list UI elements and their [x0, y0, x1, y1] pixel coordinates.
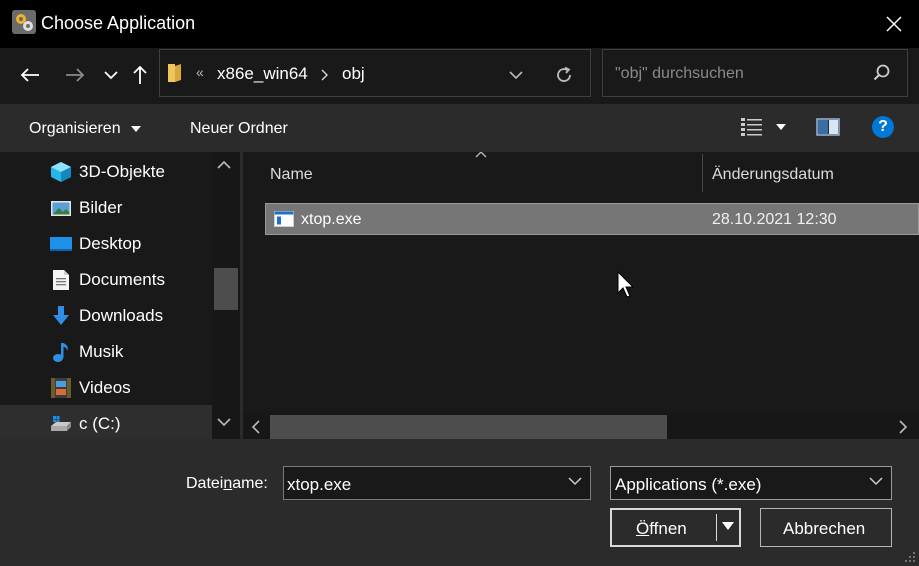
- help-icon[interactable]: ?: [872, 116, 894, 138]
- view-options-icon[interactable]: [740, 116, 764, 138]
- nav-item-bilder[interactable]: Bilder: [0, 189, 212, 225]
- cancel-button[interactable]: Abbrechen: [760, 508, 892, 547]
- breadcrumb-obj[interactable]: obj: [342, 64, 365, 84]
- scroll-right-icon[interactable]: [899, 420, 908, 434]
- downloads-icon: [53, 306, 69, 325]
- open-label-accel: Ö: [636, 519, 650, 538]
- nav-item-label: Musik: [79, 342, 124, 361]
- address-history-dropdown[interactable]: [502, 64, 530, 86]
- nav-item-label: c (C:): [79, 414, 121, 433]
- nav-item-downloads[interactable]: Downloads: [0, 297, 212, 333]
- scroll-up-icon[interactable]: [217, 160, 231, 169]
- chevron-down-icon[interactable]: [568, 477, 582, 486]
- file-date: 28.10.2021 12:30: [712, 211, 837, 228]
- filename-label-part: ame:: [232, 475, 268, 492]
- 3d-objects-icon: [51, 162, 71, 182]
- videos-icon: [51, 378, 71, 398]
- search-icon[interactable]: [873, 64, 891, 82]
- filetype-value: Applications (*.exe): [615, 475, 762, 494]
- title-bar: Choose Application: [0, 0, 919, 48]
- chevron-down-icon: [509, 70, 523, 79]
- preview-pane-icon[interactable]: [816, 117, 840, 137]
- scroll-left-icon[interactable]: [251, 420, 260, 434]
- filename-label-accel: n: [223, 475, 233, 492]
- nav-item-musik[interactable]: Musik: [0, 333, 212, 369]
- scroll-down-icon[interactable]: [217, 418, 231, 427]
- pictures-icon: [51, 201, 71, 216]
- nav-item-3d-objekte[interactable]: 3D-Objekte: [0, 153, 212, 189]
- column-header-name[interactable]: Name: [270, 166, 313, 208]
- search-placeholder: "obj" durchsuchen: [615, 65, 744, 82]
- breadcrumb-x86e-win64[interactable]: x86e_win64: [217, 64, 308, 84]
- filename-label: Dateiname:: [186, 475, 268, 493]
- dropdown-triangle-icon: [131, 125, 142, 132]
- open-button[interactable]: Öffnen: [610, 508, 741, 547]
- sort-ascending-icon: [475, 152, 487, 158]
- new-folder-button[interactable]: Neuer Ordner: [190, 120, 288, 138]
- mouse-cursor-icon: [617, 271, 635, 298]
- drive-icon: [51, 416, 71, 431]
- toolbar: Organisieren Neuer Ordner ?: [0, 104, 919, 152]
- music-icon: [53, 343, 68, 362]
- nav-item-videos[interactable]: Videos: [0, 369, 212, 405]
- column-separator[interactable]: [702, 154, 703, 192]
- organize-button[interactable]: Organisieren: [29, 120, 142, 138]
- recent-locations-button[interactable]: [96, 60, 126, 90]
- open-label-part: ffnen: [649, 519, 687, 538]
- nav-item-desktop[interactable]: Desktop: [0, 225, 212, 261]
- open-options-dropdown-icon[interactable]: [722, 522, 734, 530]
- folder-icon: [168, 64, 181, 82]
- nav-item-label: Videos: [79, 378, 131, 397]
- navigation-pane: 3D-Objekte Bilder Desktop Documents Down…: [0, 152, 240, 439]
- refresh-button[interactable]: [550, 61, 578, 89]
- close-button[interactable]: [868, 0, 919, 48]
- up-arrow-icon: [133, 65, 147, 84]
- dialog-footer: Dateiname: xtop.exe Applications (*.exe)…: [0, 439, 919, 566]
- open-label: Öffnen: [636, 519, 687, 539]
- exe-file-icon: [274, 211, 294, 227]
- filetype-select[interactable]: Applications (*.exe): [610, 466, 892, 500]
- view-dropdown-icon[interactable]: [776, 124, 786, 130]
- file-list-hscrollbar[interactable]: [243, 413, 919, 439]
- nav-item-label: Documents: [79, 270, 165, 289]
- up-button[interactable]: [125, 60, 155, 90]
- nav-item-label: Downloads: [79, 306, 164, 325]
- desktop-icon: [50, 237, 72, 251]
- column-header-date[interactable]: Änderungsdatum: [712, 166, 834, 208]
- window-title: Choose Application: [41, 13, 196, 33]
- file-name: xtop.exe: [301, 211, 362, 228]
- chevron-down-icon: [869, 477, 883, 486]
- close-icon: [885, 16, 902, 32]
- choose-application-dialog: Choose Application « x86e_win64 obj "obj…: [0, 0, 919, 566]
- address-bar[interactable]: « x86e_win64 obj: [159, 49, 591, 97]
- file-list-scroll-thumb[interactable]: [270, 415, 667, 439]
- file-row[interactable]: xtop.exe 28.10.2021 12:30: [265, 203, 919, 235]
- file-list: Name Änderungsdatum xtop.exe 28.10.2021 …: [243, 152, 919, 439]
- forward-arrow-icon: [66, 68, 85, 82]
- nav-pane-scroll-thumb[interactable]: [214, 268, 238, 310]
- resize-grip-icon[interactable]: [902, 549, 916, 563]
- nav-item-documents[interactable]: Documents: [0, 261, 212, 297]
- back-button[interactable]: [15, 60, 45, 90]
- cancel-label: Abbrechen: [783, 519, 866, 538]
- refresh-icon: [557, 66, 571, 82]
- filename-value[interactable]: xtop.exe: [287, 475, 351, 495]
- forward-button[interactable]: [60, 60, 90, 90]
- back-arrow-icon: [20, 68, 39, 82]
- organize-label: Organisieren: [29, 120, 121, 137]
- split-divider: [716, 514, 717, 541]
- search-box[interactable]: "obj" durchsuchen: [602, 49, 908, 97]
- nav-item-label: Bilder: [79, 198, 123, 217]
- filename-input[interactable]: xtop.exe: [283, 466, 591, 500]
- documents-icon: [53, 270, 69, 290]
- nav-item-label: Desktop: [79, 234, 142, 253]
- breadcrumb-chevron-icon[interactable]: [321, 69, 329, 81]
- filename-label-part: Datei: [186, 475, 224, 492]
- app-gear-icon: [12, 10, 36, 34]
- breadcrumb-overflow[interactable]: «: [196, 64, 204, 80]
- nav-item-c-drive[interactable]: c (C:): [0, 405, 212, 439]
- chevron-down-icon: [104, 71, 118, 80]
- nav-pane-scrollbar[interactable]: [212, 152, 240, 439]
- nav-item-label: 3D-Objekte: [79, 162, 165, 181]
